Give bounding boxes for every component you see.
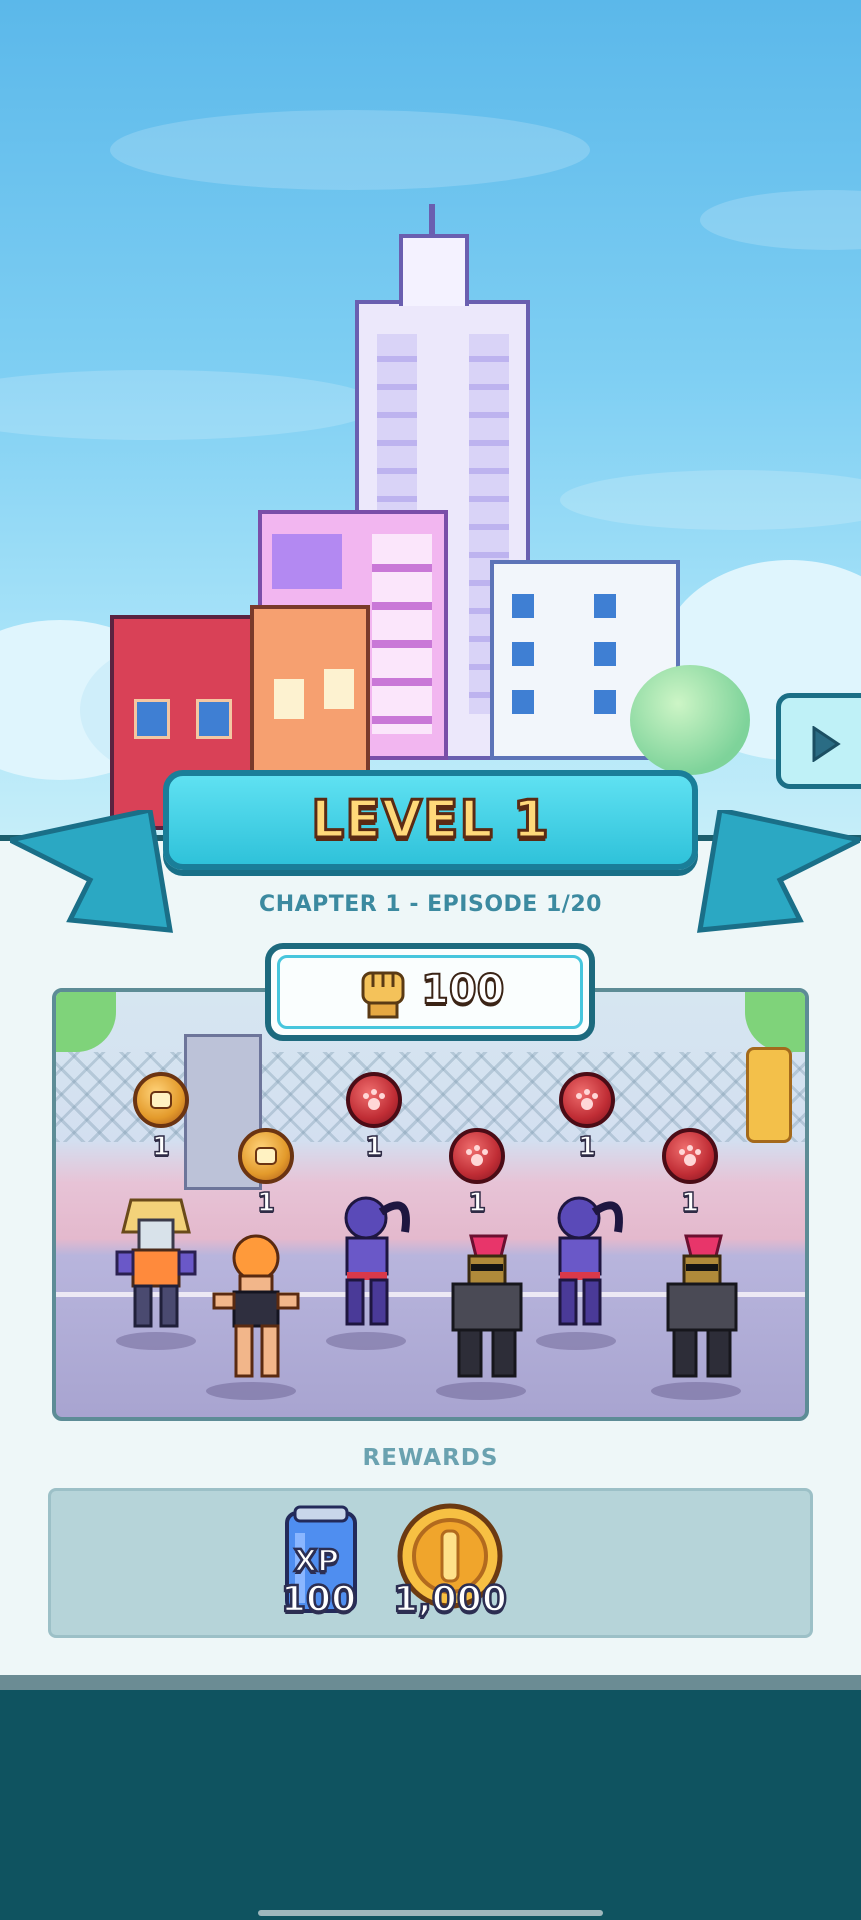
- enemy-punk: [666, 1234, 738, 1378]
- bush-right: [745, 992, 805, 1052]
- paw-medal-icon: [662, 1128, 718, 1184]
- enemy-punk: [451, 1234, 523, 1378]
- paw-medal-icon: [559, 1072, 615, 1128]
- enemy-count: 1: [256, 1187, 276, 1219]
- power-value: 100: [420, 966, 505, 1014]
- tree: [630, 665, 750, 775]
- fist-icon: [361, 971, 405, 1019]
- rewards-box: XP 100 1,000: [48, 1488, 813, 1638]
- fist-medal-icon: [238, 1128, 294, 1184]
- enemy-count: 1: [577, 1131, 597, 1163]
- level-title: LEVEL 1: [310, 789, 551, 852]
- power-requirement: 100: [265, 943, 595, 1041]
- next-level-button[interactable]: [776, 693, 861, 789]
- enemy-count: 1: [680, 1187, 700, 1219]
- ribbon-right-tail: [696, 810, 860, 933]
- traffic-light: [746, 1047, 792, 1143]
- hero-masked-fighter: [115, 1198, 197, 1328]
- bottom-bar: [0, 1690, 861, 1920]
- coin-reward-value: 1,000: [392, 1578, 508, 1622]
- paw-medal-icon: [449, 1128, 505, 1184]
- orange-building: [250, 605, 370, 785]
- chapter-episode-label: CHAPTER 1 - EPISODE 1/20: [259, 892, 602, 917]
- bush-left: [56, 992, 116, 1052]
- home-indicator[interactable]: [258, 1910, 603, 1916]
- paw-medal-icon: [346, 1072, 402, 1128]
- enemy-ninja: [557, 1196, 623, 1326]
- fist-medal-icon: [133, 1072, 189, 1128]
- play-arrow-icon: [812, 726, 841, 762]
- rewards-title: REWARDS: [362, 1445, 499, 1471]
- enemy-count: 1: [151, 1131, 171, 1163]
- xp-reward-value: 100: [280, 1578, 358, 1622]
- level-banner: LEVEL 1: [163, 770, 698, 870]
- enemy-ninja: [344, 1196, 410, 1326]
- enemy-count: 1: [467, 1187, 487, 1219]
- xp-label: XP: [293, 1543, 341, 1581]
- city-backdrop: [0, 0, 861, 840]
- battle-preview: 1 1 1 1 1 1: [52, 988, 809, 1421]
- hero-helmet-fighter: [212, 1234, 300, 1378]
- enemy-count: 1: [364, 1131, 384, 1163]
